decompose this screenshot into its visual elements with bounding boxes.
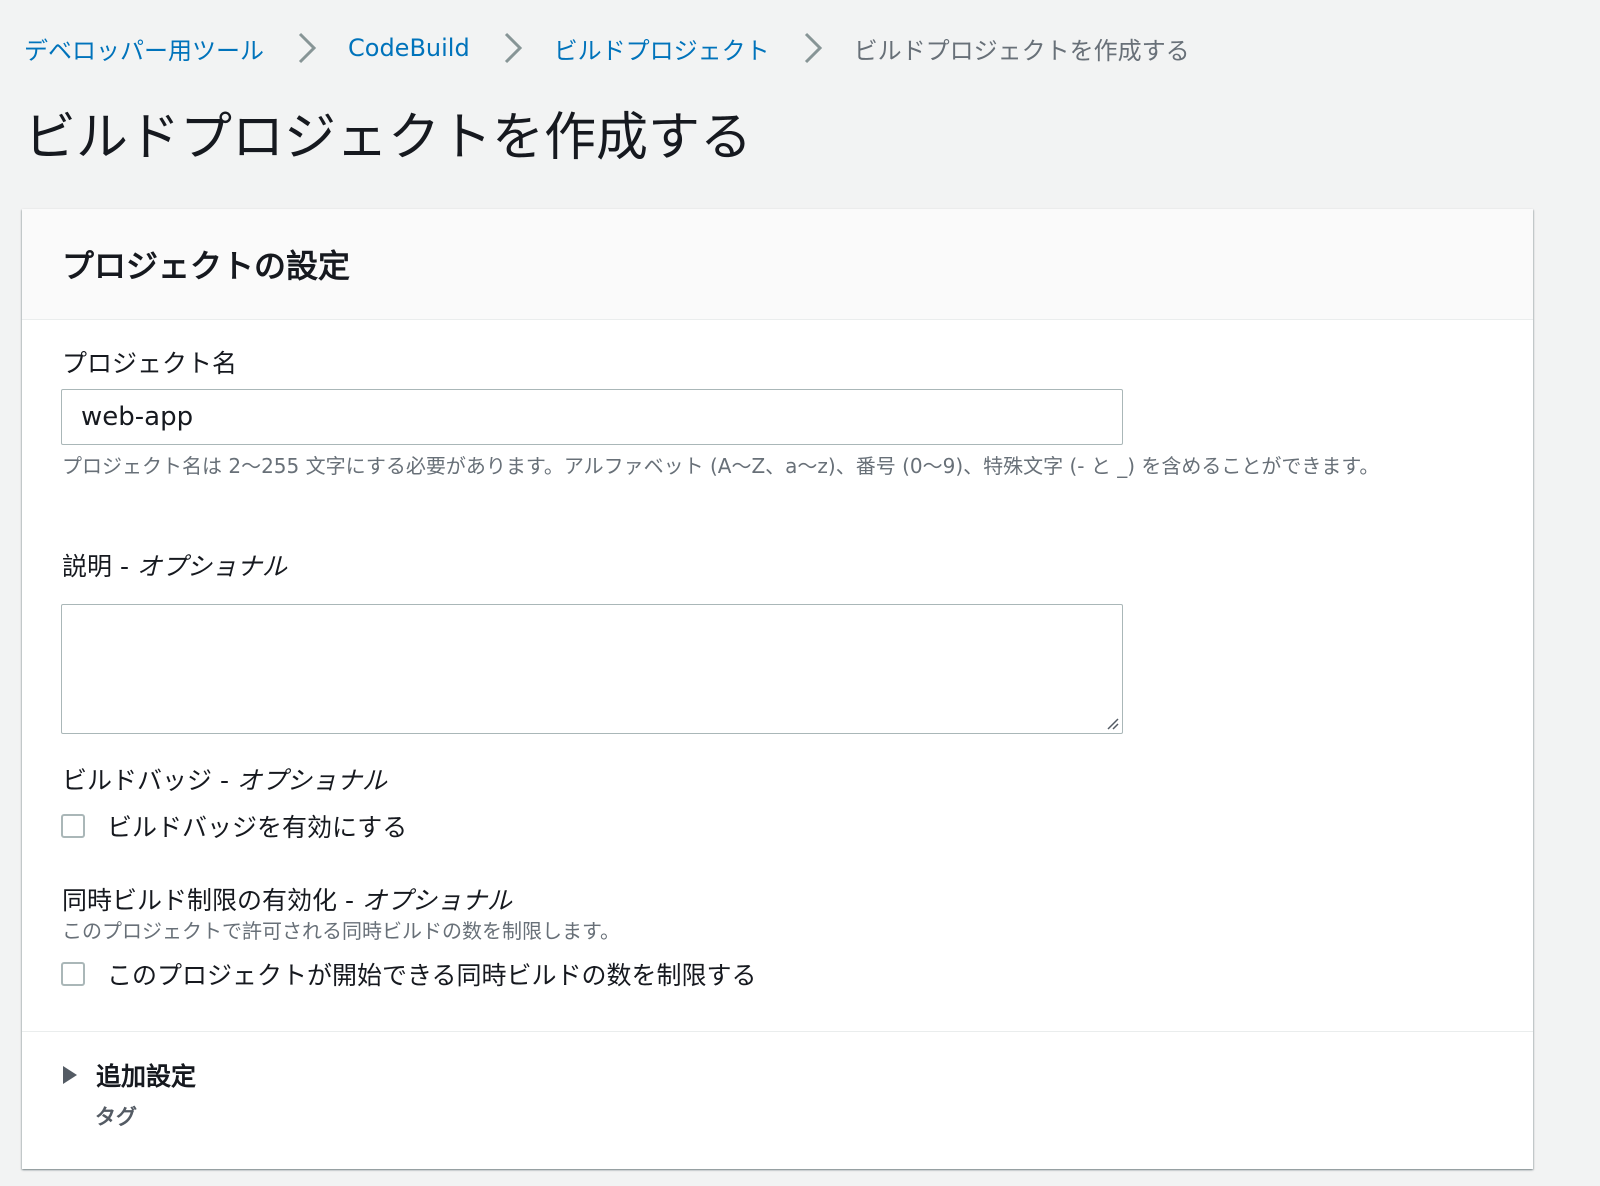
chevron-right-icon xyxy=(496,28,532,68)
build-badge-option[interactable]: ビルドバッジを有効にする xyxy=(61,808,407,844)
description-label-text: 説明 - xyxy=(62,552,137,581)
resize-handle-icon[interactable] xyxy=(1105,716,1119,730)
concurrent-limit-optional-text: オプショナル xyxy=(361,886,512,915)
breadcrumb-link-codebuild[interactable]: CodeBuild xyxy=(348,34,470,62)
build-badge-checkbox[interactable] xyxy=(61,814,85,838)
chevron-right-icon xyxy=(796,28,832,68)
page-title: ビルドプロジェクトを作成する xyxy=(24,108,753,168)
breadcrumb-link-build-projects[interactable]: ビルドプロジェクト xyxy=(554,31,770,66)
project-name-input[interactable] xyxy=(61,389,1123,445)
concurrent-limit-label: 同時ビルド制限の有効化 - オプショナル xyxy=(62,881,512,917)
build-badge-checkbox-label[interactable]: ビルドバッジを有効にする xyxy=(107,808,407,844)
additional-settings-description: タグ xyxy=(95,1105,137,1129)
additional-settings-title[interactable]: 追加設定 xyxy=(96,1057,196,1093)
section-divider xyxy=(22,1031,1533,1032)
additional-settings-expander[interactable]: 追加設定 xyxy=(62,1057,196,1093)
caret-right-icon xyxy=(63,1066,77,1084)
build-badge-optional-text: オプショナル xyxy=(236,766,387,795)
project-settings-panel: プロジェクトの設定 プロジェクト名 プロジェクト名は 2〜255 文字にする必要… xyxy=(22,209,1533,1169)
concurrent-limit-option[interactable]: このプロジェクトが開始できる同時ビルドの数を制限する xyxy=(61,956,757,992)
panel-title: プロジェクトの設定 xyxy=(62,247,351,285)
concurrent-limit-checkbox-label[interactable]: このプロジェクトが開始できる同時ビルドの数を制限する xyxy=(107,956,757,992)
chevron-right-icon xyxy=(290,28,326,68)
concurrent-limit-checkbox[interactable] xyxy=(61,962,85,986)
description-optional-text: オプショナル xyxy=(136,552,287,581)
breadcrumb: デベロッパー用ツール CodeBuild ビルドプロジェクト ビルドプロジェクト… xyxy=(24,28,1190,68)
breadcrumb-current: ビルドプロジェクトを作成する xyxy=(853,36,1190,65)
panel-header: プロジェクトの設定 xyxy=(22,209,1533,320)
build-badge-label-text: ビルドバッジ - xyxy=(62,766,237,795)
breadcrumb-link-developer-tools[interactable]: デベロッパー用ツール xyxy=(24,31,264,66)
description-textarea[interactable] xyxy=(61,604,1123,734)
description-label: 説明 - オプショナル xyxy=(62,547,287,583)
build-badge-label: ビルドバッジ - オプショナル xyxy=(62,761,387,797)
project-name-constraint: プロジェクト名は 2〜255 文字にする必要があります。アルファベット (A〜Z… xyxy=(62,454,1380,478)
project-name-label: プロジェクト名 xyxy=(62,349,238,378)
concurrent-limit-description: このプロジェクトで許可される同時ビルドの数を制限します。 xyxy=(62,919,620,943)
concurrent-limit-label-text: 同時ビルド制限の有効化 - xyxy=(62,886,362,915)
